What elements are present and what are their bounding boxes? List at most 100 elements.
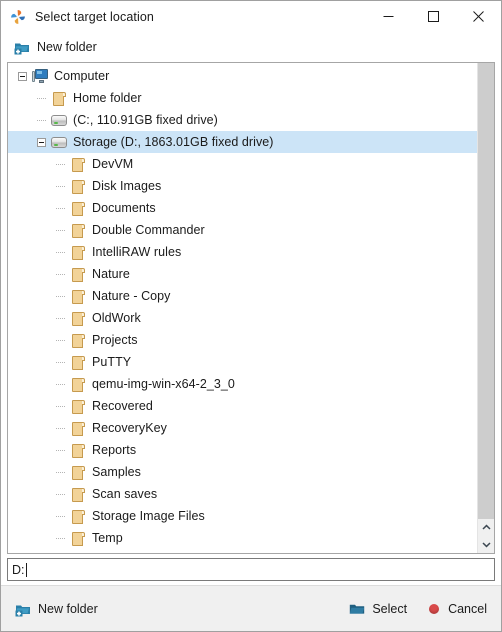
- tree-row[interactable]: Double Commander: [8, 219, 477, 241]
- tree-row-label: (C:, 110.91GB fixed drive): [73, 113, 218, 127]
- minimize-button[interactable]: [366, 1, 411, 32]
- tree-row[interactable]: Temp: [8, 527, 477, 549]
- folder-tree[interactable]: Computer Home folder (C:, 110.91GB fixed d…: [8, 63, 477, 553]
- tree-row-label: Temp: [92, 531, 123, 545]
- tree-row-label: Samples: [92, 465, 141, 479]
- tree-row[interactable]: Reports: [8, 439, 477, 461]
- tree-connector-icon: [52, 486, 68, 502]
- tree-connector-icon: [52, 200, 68, 216]
- chevron-down-icon: [482, 542, 491, 548]
- tree-row[interactable]: Home folder: [8, 87, 477, 109]
- tree-row[interactable]: Storage (D:, 1863.01GB fixed drive): [8, 131, 477, 153]
- tree-row-label: Disk Images: [92, 179, 162, 193]
- folder-icon: [68, 332, 88, 348]
- folder-icon: [68, 464, 88, 480]
- tree-connector-icon: [52, 354, 68, 370]
- collapse-expander-icon[interactable]: [33, 134, 49, 150]
- tree-connector-icon: [52, 530, 68, 546]
- chevron-up-icon: [482, 524, 491, 530]
- folder-icon: [68, 310, 88, 326]
- tree-connector-icon: [52, 310, 68, 326]
- tree-connector-icon: [52, 178, 68, 194]
- red-dot-icon: [429, 603, 440, 614]
- tree-row-label: RecoveryKey: [92, 421, 167, 435]
- tree-connector-icon: [52, 222, 68, 238]
- folder-icon: [49, 90, 69, 106]
- tree-row-label: qemu-img-win-x64-2_3_0: [92, 377, 235, 391]
- tree-row[interactable]: Scan saves: [8, 483, 477, 505]
- tree-row-label: PuTTY: [92, 355, 132, 369]
- tree-connector-icon: [52, 508, 68, 524]
- close-button[interactable]: [456, 1, 501, 32]
- text-caret: [25, 562, 27, 577]
- tree-row[interactable]: Computer: [8, 65, 477, 87]
- tree-row[interactable]: DevVM: [8, 153, 477, 175]
- select-label: Select: [372, 601, 408, 616]
- tree-row-label: Scan saves: [92, 487, 158, 501]
- folder-icon: [68, 266, 88, 282]
- tree-row[interactable]: OldWork: [8, 307, 477, 329]
- tree-connector-icon: [52, 332, 68, 348]
- tree-row[interactable]: Samples: [8, 461, 477, 483]
- tree-connector-icon: [52, 288, 68, 304]
- folder-icon: [68, 244, 88, 260]
- tree-row[interactable]: Nature - Copy: [8, 285, 477, 307]
- tree-vertical-scrollbar[interactable]: [477, 63, 494, 553]
- tree-row[interactable]: Recovered: [8, 395, 477, 417]
- tree-connector-icon: [52, 420, 68, 436]
- window-title: Select target location: [35, 9, 154, 24]
- dialog-buttons: Select Cancel: [347, 598, 489, 620]
- title-bar: Select target location: [1, 1, 501, 32]
- window-controls: [366, 1, 501, 32]
- drive-icon: [49, 134, 69, 150]
- tree-connector-icon: [33, 112, 49, 128]
- cancel-button[interactable]: Cancel: [427, 599, 489, 619]
- toolbar-new-folder-button[interactable]: New folder: [10, 35, 101, 59]
- tree-row[interactable]: Storage Image Files: [8, 505, 477, 527]
- collapse-expander-icon[interactable]: [14, 68, 30, 84]
- tree-row[interactable]: ubuntu: [8, 549, 477, 553]
- tree-row[interactable]: PuTTY: [8, 351, 477, 373]
- tree-connector-icon: [52, 552, 68, 553]
- tree-row-label: Storage Image Files: [92, 509, 205, 523]
- tree-row[interactable]: Nature: [8, 263, 477, 285]
- tree-row-label: Nature - Copy: [92, 289, 171, 303]
- toolbar: New folder: [1, 32, 501, 62]
- cancel-label: Cancel: [448, 601, 487, 616]
- tree-row-label: IntelliRAW rules: [92, 245, 182, 259]
- folder-icon: [68, 200, 88, 216]
- tree-row[interactable]: RecoveryKey: [8, 417, 477, 439]
- select-button[interactable]: Select: [347, 598, 409, 620]
- tree-row-label: Documents: [92, 201, 156, 215]
- tree-row[interactable]: (C:, 110.91GB fixed drive): [8, 109, 477, 131]
- minimize-icon: [383, 16, 394, 17]
- scrollbar-thumb[interactable]: [478, 63, 494, 521]
- tree-row-label: Storage (D:, 1863.01GB fixed drive): [73, 135, 274, 149]
- path-input[interactable]: D:: [8, 563, 25, 577]
- maximize-button[interactable]: [411, 1, 456, 32]
- tree-connector-icon: [52, 156, 68, 172]
- tree-row-label: Home folder: [73, 91, 142, 105]
- tree-row[interactable]: Documents: [8, 197, 477, 219]
- tree-connector-icon: [52, 464, 68, 480]
- folder-icon: [68, 288, 88, 304]
- new-folder-icon: [14, 39, 30, 55]
- new-folder-icon: [15, 601, 31, 617]
- tree-row[interactable]: Disk Images: [8, 175, 477, 197]
- tree-row[interactable]: Projects: [8, 329, 477, 351]
- tree-row[interactable]: qemu-img-win-x64-2_3_0: [8, 373, 477, 395]
- path-input-wrapper[interactable]: D:: [7, 558, 495, 581]
- scroll-up-button[interactable]: [478, 519, 494, 536]
- tree-row-label: OldWork: [92, 311, 141, 325]
- close-icon: [473, 11, 484, 22]
- scroll-down-button[interactable]: [478, 536, 494, 553]
- folder-icon: [68, 398, 88, 414]
- folder-tree-panel: Computer Home folder (C:, 110.91GB fixed d…: [7, 62, 495, 554]
- tree-row-label: Computer: [54, 69, 110, 83]
- tree-row[interactable]: IntelliRAW rules: [8, 241, 477, 263]
- new-folder-label: New folder: [38, 601, 98, 616]
- maximize-icon: [428, 11, 439, 22]
- tree-row-label: Double Commander: [92, 223, 205, 237]
- tree-connector-icon: [33, 90, 49, 106]
- new-folder-button[interactable]: New folder: [13, 598, 100, 620]
